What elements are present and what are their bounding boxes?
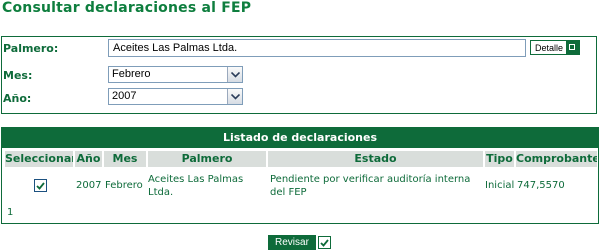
open-window-icon	[566, 41, 580, 54]
anio-label: Año:	[3, 92, 32, 105]
page-title: Consultar declaraciones al FEP	[2, 0, 252, 16]
chevron-down-icon[interactable]	[227, 89, 242, 104]
column-header-tipo: Tipo	[485, 151, 514, 167]
column-header-estado: Estado	[268, 151, 483, 167]
column-header-palmero: Palmero	[148, 151, 266, 167]
mes-label: Mes:	[3, 69, 33, 82]
anio-select[interactable]: 2007	[108, 88, 243, 105]
pager-page-1[interactable]: 1	[7, 207, 13, 218]
mes-select[interactable]: Febrero	[108, 66, 243, 83]
palmero-label: Palmero:	[3, 42, 59, 55]
row-mes: Febrero	[105, 180, 143, 191]
detalle-button[interactable]: Detalle	[530, 40, 581, 55]
row-palmero: Aceites Las Palmas Ltda.	[148, 174, 244, 198]
chevron-down-icon[interactable]	[227, 67, 242, 82]
detalle-button-label: Detalle	[535, 42, 564, 53]
list-title: Listado de declaraciones	[2, 128, 598, 148]
column-header-seleccionar: Seleccionar	[5, 151, 73, 167]
column-header-mes: Mes	[104, 151, 146, 167]
row-anio: 2007	[76, 180, 102, 191]
row-comprobante: 747,5570	[517, 180, 565, 191]
revisar-button[interactable]: Revisar	[268, 235, 334, 250]
column-header-comprobante: Comprobante	[516, 151, 597, 167]
column-header-anio: Año	[75, 151, 102, 167]
declarations-list: Listado de declaraciones Seleccionar Año…	[1, 127, 599, 224]
anio-select-value: 2007	[112, 90, 137, 102]
revisar-button-label: Revisar	[268, 235, 316, 250]
check-icon	[317, 236, 331, 249]
mes-select-value: Febrero	[112, 68, 151, 80]
row-estado: Pendiente por verificar auditoría intern…	[270, 174, 471, 198]
row-tipo: Inicial	[485, 180, 515, 191]
row-select-checkbox[interactable]	[34, 179, 47, 192]
palmero-input[interactable]: Aceites Las Palmas Ltda.	[108, 39, 526, 57]
check-icon	[36, 181, 45, 190]
